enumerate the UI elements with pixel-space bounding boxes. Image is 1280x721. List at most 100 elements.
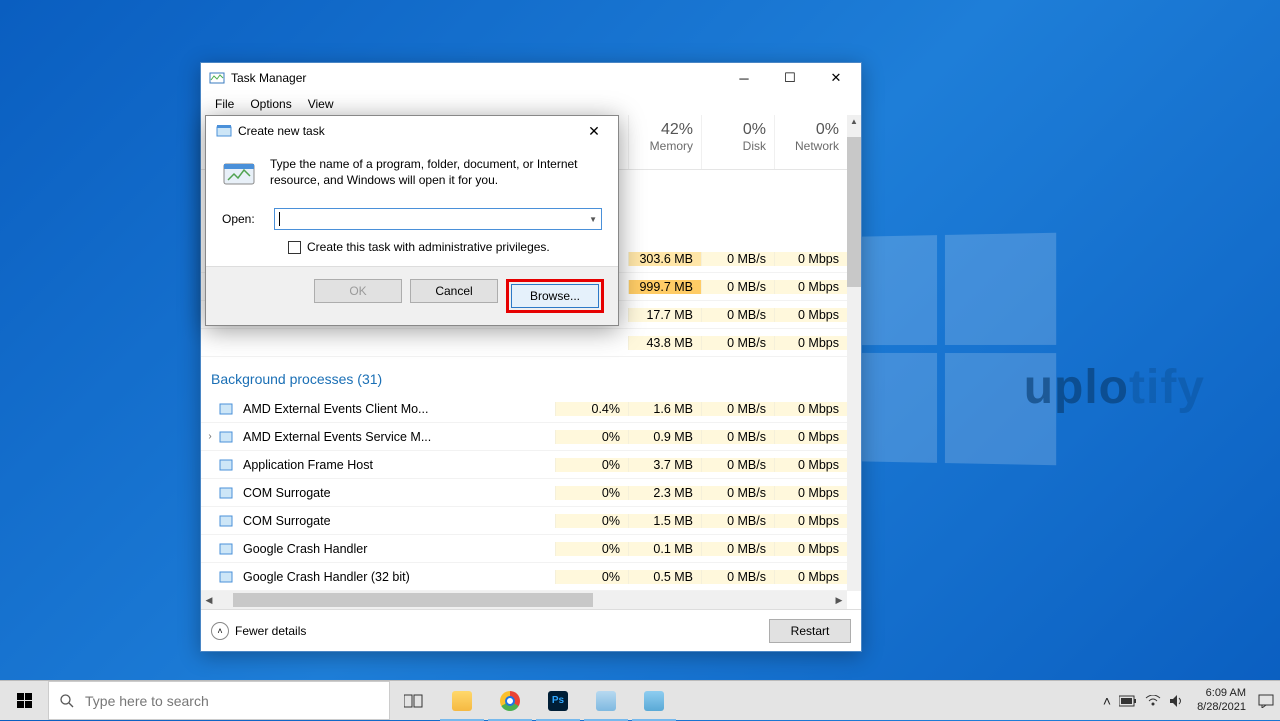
open-combobox[interactable]: ▼ (274, 208, 602, 230)
horizontal-scrollbar[interactable]: ◀▶ (201, 591, 847, 609)
expand-icon[interactable]: › (201, 431, 219, 442)
taskbar-search[interactable]: Type here to search (48, 681, 390, 720)
process-name: COM Surrogate (239, 486, 555, 500)
menu-bar: File Options View (201, 93, 861, 115)
col-memory[interactable]: 42%Memory (628, 115, 701, 169)
task-manager-app-icon (644, 691, 664, 711)
photoshop-taskbar-icon[interactable]: Ps (534, 681, 582, 721)
dialog-close-button[interactable]: ✕ (574, 117, 614, 145)
fewer-details-button[interactable]: ˄ Fewer details (211, 622, 769, 640)
col-disk[interactable]: 0%Disk (701, 115, 774, 169)
dialog-description: Type the name of a program, folder, docu… (270, 156, 602, 190)
network-cell: 0 Mbps (774, 542, 847, 556)
col-network[interactable]: 0%Network (774, 115, 847, 169)
memory-cell: 1.6 MB (628, 402, 701, 416)
photoshop-icon: Ps (548, 691, 568, 711)
minimize-button[interactable]: ─ (721, 63, 767, 93)
run-dialog-icon (216, 123, 232, 139)
cpu-cell: 0% (555, 570, 628, 584)
table-row[interactable]: 43.8 MB 0 MB/s 0 Mbps (201, 329, 847, 357)
chrome-taskbar-icon[interactable] (486, 681, 534, 721)
chevron-down-icon[interactable]: ▼ (589, 215, 597, 224)
process-icon (219, 458, 239, 472)
task-manager-icon (209, 70, 225, 86)
process-icon (219, 486, 239, 500)
checkbox-icon (288, 241, 301, 254)
network-cell: 0 Mbps (774, 570, 847, 584)
start-button[interactable] (0, 681, 48, 720)
window-title: Task Manager (231, 71, 721, 85)
memory-cell: 0.1 MB (628, 542, 701, 556)
process-icon (219, 570, 239, 584)
ok-button[interactable]: OK (314, 279, 402, 303)
maximize-button[interactable]: ☐ (767, 63, 813, 93)
cpu-cell: 0% (555, 514, 628, 528)
wifi-icon[interactable] (1145, 695, 1161, 707)
table-row[interactable]: › AMD External Events Service M... 0% 0.… (201, 423, 847, 451)
dialog-titlebar[interactable]: Create new task ✕ (206, 116, 618, 146)
windows-logo-icon (17, 693, 32, 708)
menu-options[interactable]: Options (242, 95, 299, 113)
volume-icon[interactable] (1169, 694, 1185, 708)
notifications-icon[interactable] (1258, 694, 1274, 708)
table-row[interactable]: Google Crash Handler 0% 0.1 MB 0 MB/s 0 … (201, 535, 847, 563)
browse-button[interactable]: Browse... (511, 284, 599, 308)
disk-cell: 0 MB/s (701, 402, 774, 416)
network-cell: 0 Mbps (774, 430, 847, 444)
photos-taskbar-icon[interactable] (582, 681, 630, 721)
file-explorer-taskbar-icon[interactable] (438, 681, 486, 721)
process-name: AMD External Events Client Mo... (239, 402, 555, 416)
close-button[interactable]: ✕ (813, 63, 859, 93)
restart-button[interactable]: Restart (769, 619, 851, 643)
memory-cell: 0.9 MB (628, 430, 701, 444)
dialog-title: Create new task (238, 124, 574, 138)
disk-cell: 0 MB/s (701, 542, 774, 556)
taskbar-clock[interactable]: 6:09 AM 8/28/2021 (1193, 687, 1250, 713)
run-large-icon (222, 156, 256, 190)
titlebar[interactable]: Task Manager ─ ☐ ✕ (201, 63, 861, 93)
admin-privileges-checkbox[interactable]: Create this task with administrative pri… (288, 240, 602, 254)
chevron-up-icon: ˄ (211, 622, 229, 640)
table-row[interactable]: COM Surrogate 0% 1.5 MB 0 MB/s 0 Mbps (201, 507, 847, 535)
chrome-icon (500, 691, 520, 711)
disk-cell: 0 MB/s (701, 570, 774, 584)
battery-icon[interactable] (1119, 695, 1137, 707)
cpu-cell: 0% (555, 486, 628, 500)
disk-cell: 0 MB/s (701, 458, 774, 472)
table-row[interactable]: COM Surrogate 0% 2.3 MB 0 MB/s 0 Mbps (201, 479, 847, 507)
process-name: Google Crash Handler (239, 542, 555, 556)
cancel-button[interactable]: Cancel (410, 279, 498, 303)
cpu-cell: 0.4% (555, 402, 628, 416)
background-processes-header: Background processes (31) (201, 357, 847, 395)
network-cell: 0 Mbps (774, 486, 847, 500)
disk-cell: 0 MB/s (701, 486, 774, 500)
process-name: Application Frame Host (239, 458, 555, 472)
taskbar: Type here to search Ps ˄ 6:09 AM 8/28/20… (0, 680, 1280, 720)
photos-icon (596, 691, 616, 711)
task-view-button[interactable] (390, 681, 438, 721)
process-name: Google Crash Handler (32 bit) (239, 570, 555, 584)
search-placeholder: Type here to search (85, 693, 209, 709)
cpu-cell: 0% (555, 542, 628, 556)
task-manager-taskbar-icon[interactable] (630, 681, 678, 721)
watermark-text: uplotify (1024, 360, 1205, 415)
create-new-task-dialog: Create new task ✕ Type the name of a pro… (205, 115, 619, 326)
disk-cell: 0 MB/s (701, 430, 774, 444)
memory-cell: 1.5 MB (628, 514, 701, 528)
tray-chevron-icon[interactable]: ˄ (1103, 693, 1111, 709)
open-label: Open: (222, 212, 260, 226)
search-icon (59, 693, 75, 709)
process-icon (219, 542, 239, 556)
disk-cell: 0 MB/s (701, 514, 774, 528)
table-row[interactable]: AMD External Events Client Mo... 0.4% 1.… (201, 395, 847, 423)
table-row[interactable]: Application Frame Host 0% 3.7 MB 0 MB/s … (201, 451, 847, 479)
footer: ˄ Fewer details Restart (201, 609, 861, 651)
network-cell: 0 Mbps (774, 402, 847, 416)
vertical-scrollbar[interactable]: ▲ (847, 115, 861, 591)
menu-view[interactable]: View (300, 95, 342, 113)
network-cell: 0 Mbps (774, 514, 847, 528)
menu-file[interactable]: File (207, 95, 242, 113)
process-icon (219, 430, 239, 444)
cpu-cell: 0% (555, 458, 628, 472)
table-row[interactable]: Google Crash Handler (32 bit) 0% 0.5 MB … (201, 563, 847, 591)
